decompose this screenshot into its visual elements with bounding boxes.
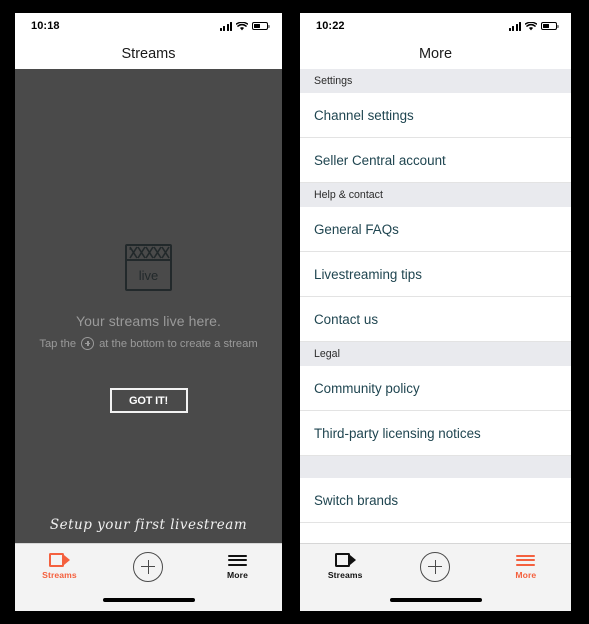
clapperboard-body: live <box>127 261 170 289</box>
clapperboard-top <box>127 246 170 261</box>
annotation-text: Setup your first livestream <box>49 517 248 533</box>
empty-state-subtitle: Tap the at the bottom to create a stream <box>39 337 258 350</box>
home-indicator[interactable] <box>102 597 195 603</box>
menu-item-channel-settings[interactable]: Channel settings <box>300 93 571 138</box>
menu-item-contact-us[interactable]: Contact us <box>300 297 571 342</box>
section-header-blank <box>300 456 571 478</box>
hamburger-menu-icon <box>227 553 247 567</box>
plus-circle-icon <box>81 337 95 350</box>
plus-circle-icon <box>420 551 451 582</box>
video-camera-icon <box>334 553 356 567</box>
subtitle-text-before: Tap the <box>39 337 77 350</box>
cellular-signal-icon <box>509 21 521 31</box>
got-it-button[interactable]: GOT IT! <box>109 388 188 413</box>
tab-streams-label: Streams <box>42 570 77 580</box>
subtitle-text-after: at the bottom to create a stream <box>99 337 258 350</box>
annotation-callout: Setup your first livestream <box>15 517 282 533</box>
menu-item-general-faqs[interactable]: General FAQs <box>300 207 571 252</box>
two-phone-comparison: 10:18 Streams live Your streams live her… <box>0 0 589 624</box>
section-header-label: Settings <box>314 75 353 87</box>
menu-item-label: Switch brands <box>314 492 399 508</box>
home-indicator-area-left <box>15 589 282 611</box>
menu-item-third-party-licensing-notices[interactable]: Third-party licensing notices <box>300 411 571 456</box>
section-header-settings: Settings <box>300 69 571 93</box>
hamburger-menu-icon <box>516 553 536 567</box>
menu-item-label: General FAQs <box>314 221 399 237</box>
tab-streams-label: Streams <box>327 570 363 580</box>
section-header-label: Legal <box>314 348 340 360</box>
menu-item-label: Third-party licensing notices <box>314 425 481 441</box>
status-icons <box>509 21 559 31</box>
tab-more-label: More <box>515 570 537 580</box>
menu-item-livestreaming-tips[interactable]: Livestreaming tips <box>300 252 571 297</box>
tab-bar-right: Streams More <box>300 543 571 589</box>
menu-item-label: Community policy <box>314 380 420 396</box>
battery-icon <box>252 21 270 31</box>
tab-more[interactable]: More <box>193 553 281 580</box>
tab-streams[interactable]: Streams <box>300 553 389 580</box>
menu-item-label: Channel settings <box>314 107 414 123</box>
home-indicator-area-right <box>300 589 571 611</box>
nav-bar-left: Streams <box>15 39 282 69</box>
page-title: More <box>418 46 453 62</box>
empty-state-content: live Your streams live here. Tap the at … <box>15 244 282 350</box>
section-header-help-contact: Help & contact <box>300 183 571 207</box>
menu-item-label: Seller Central account <box>314 152 446 168</box>
tab-create-stream[interactable] <box>104 551 192 582</box>
status-bar-left: 10:18 <box>15 13 282 39</box>
status-time: 10:22 <box>316 20 345 32</box>
clapperboard-label: live <box>138 267 159 283</box>
section-header-label: Help & contact <box>314 189 383 201</box>
tab-bar-left: Streams More <box>15 543 282 589</box>
menu-item-seller-central-account[interactable]: Seller Central account <box>300 138 571 183</box>
tab-streams[interactable]: Streams <box>15 553 103 580</box>
phone-screen-more: 10:22 More Settings Channel settings Sel… <box>297 10 574 614</box>
battery-icon <box>541 21 559 31</box>
menu-item-switch-brands[interactable]: Switch brands <box>300 478 571 523</box>
live-clapperboard-icon: live <box>125 244 172 291</box>
wifi-icon <box>525 21 537 31</box>
menu-item-label: Contact us <box>314 311 379 327</box>
tab-more[interactable]: More <box>481 553 570 580</box>
empty-state-title: Your streams live here. <box>76 313 221 329</box>
phone-screen-streams: 10:18 Streams live Your streams live her… <box>12 10 285 614</box>
tab-more-label: More <box>227 570 248 580</box>
status-bar-right: 10:22 <box>300 13 571 39</box>
tab-create-stream[interactable] <box>391 551 480 582</box>
menu-item-label: Livestreaming tips <box>314 266 422 282</box>
status-icons <box>220 21 270 31</box>
menu-item-community-policy[interactable]: Community policy <box>300 366 571 411</box>
page-title: Streams <box>121 46 176 62</box>
cellular-signal-icon <box>220 21 232 31</box>
home-indicator[interactable] <box>389 597 482 603</box>
nav-bar-right: More <box>300 39 571 69</box>
video-camera-icon <box>48 553 70 567</box>
got-it-label: GOT IT! <box>129 394 168 407</box>
status-time: 10:18 <box>31 20 60 32</box>
wifi-icon <box>236 21 248 31</box>
streams-empty-state: live Your streams live here. Tap the at … <box>15 69 282 543</box>
more-menu-list: Settings Channel settings Seller Central… <box>300 69 571 543</box>
plus-circle-icon <box>133 551 164 582</box>
section-header-legal: Legal <box>300 342 571 366</box>
